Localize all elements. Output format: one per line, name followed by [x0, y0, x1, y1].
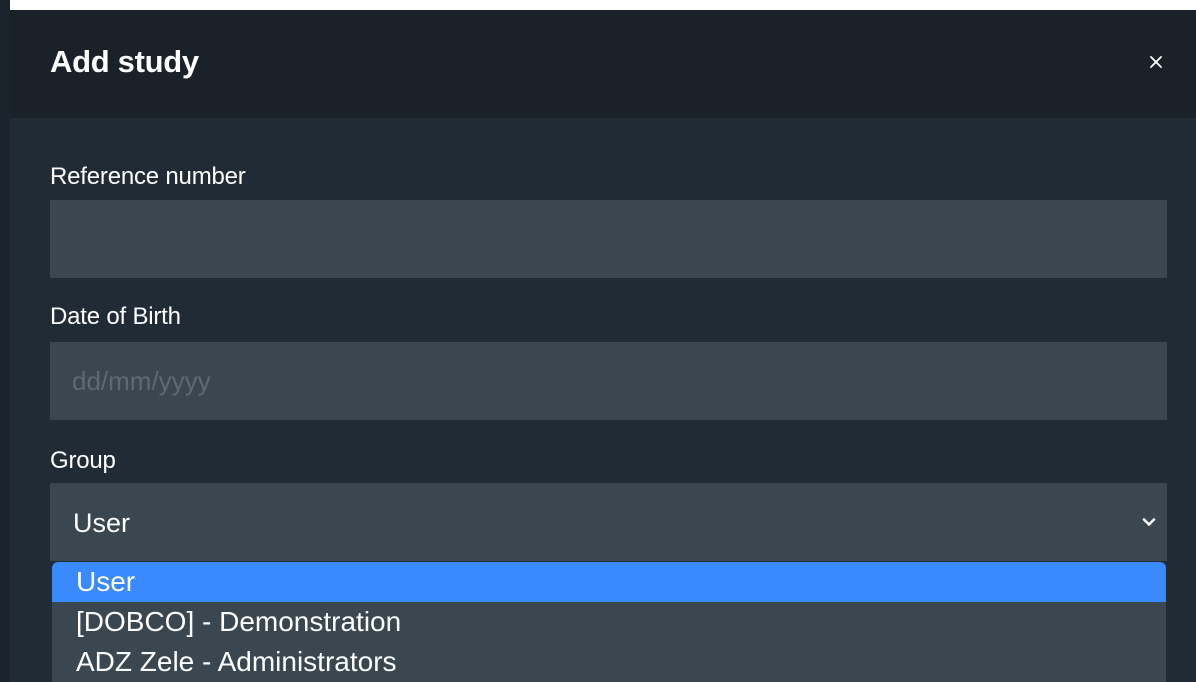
dialog-header: Add study — [10, 10, 1196, 118]
dropdown-option-adz-zele-administrators[interactable]: ADZ Zele - Administrators — [52, 642, 1166, 682]
group-select[interactable]: User — [50, 483, 1167, 561]
close-button[interactable] — [1140, 46, 1172, 78]
chevron-down-icon — [1140, 513, 1158, 531]
date-of-birth-input[interactable] — [50, 342, 1167, 420]
background-edge — [0, 0, 10, 682]
group-dropdown-list: User [DOBCO] - Demonstration ADZ Zele - … — [52, 562, 1166, 682]
date-of-birth-label: Date of Birth — [50, 303, 181, 330]
screen: Add study Reference number Date of Birth… — [0, 0, 1196, 682]
reference-number-label: Reference number — [50, 163, 246, 190]
dropdown-option-dobco-demonstration[interactable]: [DOBCO] - Demonstration — [52, 602, 1166, 642]
dialog-title: Add study — [50, 44, 199, 79]
group-label: Group — [50, 447, 116, 474]
add-study-dialog: Add study Reference number Date of Birth… — [10, 10, 1196, 682]
close-icon — [1150, 56, 1162, 68]
dropdown-option-user[interactable]: User — [52, 562, 1166, 602]
reference-number-input[interactable] — [50, 200, 1167, 278]
group-select-value: User — [73, 508, 131, 538]
